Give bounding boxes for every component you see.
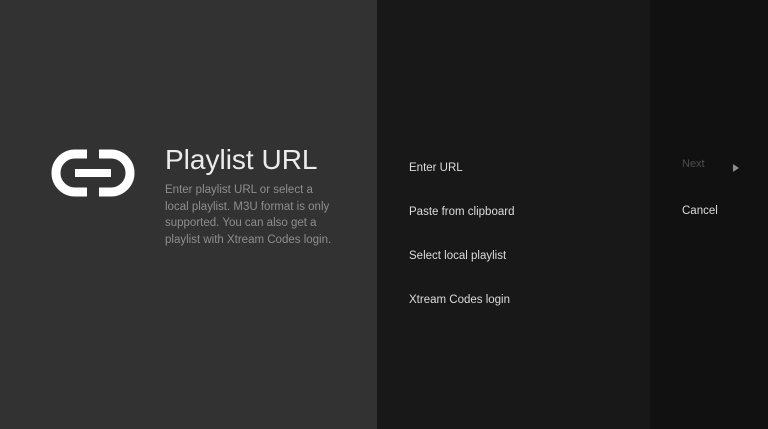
page-description: Enter playlist URL or select a local pla…	[165, 184, 332, 246]
guided-step-screen: Playlist URL Enter playlist URL or selec…	[0, 0, 768, 429]
select-local-playlist-action[interactable]: Select local playlist	[377, 234, 650, 278]
paste-from-clipboard-action[interactable]: Paste from clipboard	[377, 190, 650, 234]
page-title: Playlist URL	[165, 144, 318, 175]
action-list: Enter URL Paste from clipboard Select lo…	[377, 146, 650, 322]
paste-from-clipboard-label: Paste from clipboard	[409, 206, 515, 218]
link-icon	[49, 147, 137, 199]
enter-url-action[interactable]: Enter URL	[377, 146, 650, 190]
xtream-codes-login-action[interactable]: Xtream Codes login	[377, 278, 650, 322]
xtream-codes-login-label: Xtream Codes login	[409, 294, 510, 306]
select-local-playlist-label: Select local playlist	[409, 250, 507, 262]
next-label: Next	[682, 158, 705, 170]
chevron-right-icon	[733, 164, 739, 172]
enter-url-label: Enter URL	[409, 162, 463, 174]
next-button[interactable]: Next	[682, 158, 705, 170]
cancel-button[interactable]: Cancel	[682, 205, 718, 217]
